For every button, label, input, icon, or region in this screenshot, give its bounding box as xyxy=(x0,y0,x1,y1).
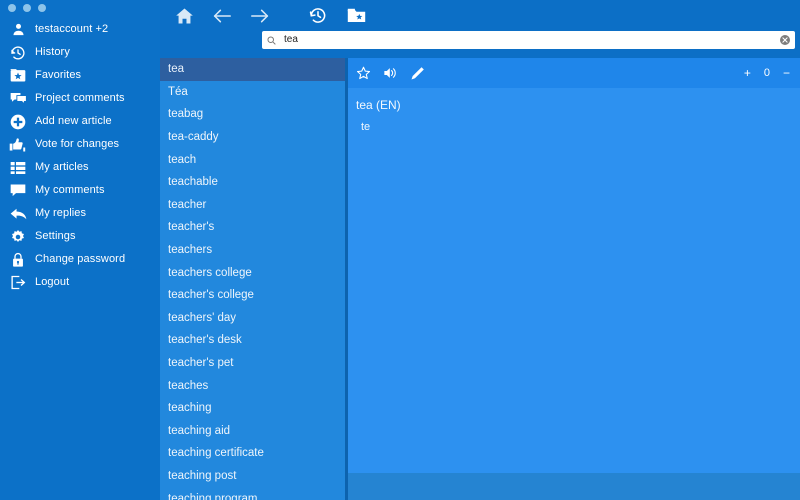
sidebar: testaccount +2 History Favorites Project… xyxy=(0,0,160,500)
logout-icon xyxy=(7,272,29,294)
sidebar-item-my-articles[interactable]: My articles xyxy=(0,156,160,179)
sidebar-item-label: testaccount +2 xyxy=(35,23,109,35)
app-window: testaccount +2 History Favorites Project… xyxy=(0,0,800,500)
entry-content: tea (EN) te xyxy=(348,88,800,473)
sidebar-item-label: Logout xyxy=(35,276,70,288)
result-item[interactable]: teaching certificate xyxy=(160,442,345,465)
result-item[interactable]: teacher's pet xyxy=(160,352,345,375)
result-item[interactable]: teachers xyxy=(160,239,345,262)
result-item[interactable]: teacher's college xyxy=(160,284,345,307)
vote-count: 0 xyxy=(763,66,770,79)
result-item[interactable]: Téa xyxy=(160,81,345,104)
main-area: teaTéateabagtea-caddyteachteachableteach… xyxy=(160,0,800,500)
vote-controls: + 0 − xyxy=(744,67,790,79)
sidebar-item-logout[interactable]: Logout xyxy=(0,271,160,294)
sidebar-item-account[interactable]: testaccount +2 xyxy=(0,18,160,41)
sidebar-item-history[interactable]: History xyxy=(0,41,160,64)
result-item[interactable]: teacher's xyxy=(160,216,345,239)
sidebar-item-label: Settings xyxy=(35,230,76,242)
sidebar-item-add-new-article[interactable]: Add new article xyxy=(0,110,160,133)
search-icon xyxy=(267,35,279,45)
sidebar-nav: testaccount +2 History Favorites Project… xyxy=(0,0,160,294)
sidebar-item-settings[interactable]: Settings xyxy=(0,225,160,248)
result-item[interactable]: teabag xyxy=(160,103,345,126)
vote-down-button[interactable]: − xyxy=(783,67,790,79)
star-icon[interactable] xyxy=(356,66,371,81)
entry-detail-pane: + 0 − tea (EN) te xyxy=(348,58,800,500)
sidebar-item-label: Add new article xyxy=(35,115,112,127)
result-item[interactable]: teaching aid xyxy=(160,420,345,443)
window-close-button[interactable] xyxy=(8,4,16,12)
result-item[interactable]: teachers college xyxy=(160,261,345,284)
window-maximize-button[interactable] xyxy=(38,4,46,12)
search-input[interactable] xyxy=(279,32,780,48)
comments-icon xyxy=(7,88,29,110)
pencil-icon[interactable] xyxy=(410,66,425,81)
thumbs-icon xyxy=(7,134,29,156)
result-item[interactable]: teach xyxy=(160,148,345,171)
list-icon xyxy=(7,157,29,179)
result-item[interactable]: teachable xyxy=(160,171,345,194)
status-bar xyxy=(348,473,800,500)
sidebar-item-label: Change password xyxy=(35,253,126,265)
sidebar-item-label: Project comments xyxy=(35,92,125,104)
result-item[interactable]: teacher's desk xyxy=(160,329,345,352)
sidebar-item-label: My comments xyxy=(35,184,105,196)
speaker-icon[interactable] xyxy=(383,66,398,80)
sidebar-item-my-comments[interactable]: My comments xyxy=(0,179,160,202)
navigation-toolbar xyxy=(160,0,800,31)
result-item[interactable]: teacher xyxy=(160,194,345,217)
sidebar-item-label: Vote for changes xyxy=(35,138,120,150)
search-box[interactable] xyxy=(262,31,795,49)
sidebar-item-favorites[interactable]: Favorites xyxy=(0,64,160,87)
sidebar-item-label: My articles xyxy=(35,161,89,173)
entry-title: tea (EN) xyxy=(356,98,401,112)
entry-body-text: te xyxy=(361,121,371,133)
bookmarks-folder-icon[interactable] xyxy=(344,4,368,28)
sidebar-item-vote-for-changes[interactable]: Vote for changes xyxy=(0,133,160,156)
lock-icon xyxy=(7,249,29,271)
sidebar-item-project-comments[interactable]: Project comments xyxy=(0,87,160,110)
result-item[interactable]: teaching program xyxy=(160,487,345,500)
plus-circle-icon xyxy=(7,111,29,133)
sidebar-item-label: My replies xyxy=(35,207,87,219)
window-minimize-button[interactable] xyxy=(23,4,31,12)
entry-actions xyxy=(356,66,425,81)
sidebar-item-label: Favorites xyxy=(35,69,82,81)
result-item[interactable]: teaches xyxy=(160,374,345,397)
result-item[interactable]: teachers' day xyxy=(160,307,345,330)
history-clock-icon[interactable] xyxy=(306,4,330,28)
vote-up-button[interactable]: + xyxy=(744,67,751,79)
search-bar-row xyxy=(160,31,800,58)
result-item[interactable]: teaching xyxy=(160,397,345,420)
entry-toolbar: + 0 − xyxy=(348,58,800,88)
window-controls[interactable] xyxy=(8,4,46,12)
forward-arrow-icon[interactable] xyxy=(248,4,272,28)
clear-search-icon[interactable] xyxy=(780,35,790,45)
result-item[interactable]: tea-caddy xyxy=(160,126,345,149)
result-item[interactable]: teaching post xyxy=(160,465,345,488)
gear-icon xyxy=(7,226,29,248)
content-panes: tea Téa teabag tea-caddy teach teachable teach… xyxy=(160,58,800,500)
sidebar-item-my-replies[interactable]: My replies xyxy=(0,202,160,225)
back-arrow-icon[interactable] xyxy=(210,4,234,28)
reply-arrow-icon xyxy=(7,203,29,225)
history-icon xyxy=(7,42,29,64)
sidebar-item-change-password[interactable]: Change password xyxy=(0,248,160,271)
search-results-list[interactable]: tea Téa teabag tea-caddy teach teachable teach… xyxy=(160,58,348,500)
comment-icon xyxy=(7,180,29,202)
result-item[interactable]: tea xyxy=(160,58,345,81)
favorites-icon xyxy=(7,65,29,87)
home-icon[interactable] xyxy=(172,4,196,28)
sidebar-item-label: History xyxy=(35,46,70,58)
user-icon xyxy=(7,19,29,41)
